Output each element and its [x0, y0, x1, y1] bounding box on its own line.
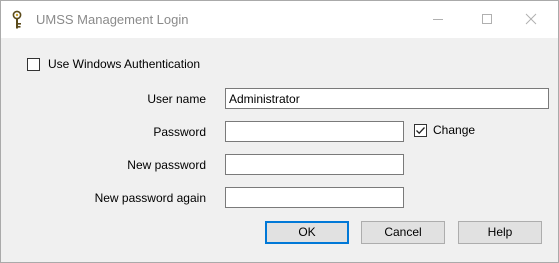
password-label: Password — [153, 125, 206, 139]
minimize-icon — [433, 19, 443, 20]
windows-auth-checkbox[interactable] — [27, 58, 40, 71]
new-password-again-field[interactable] — [225, 187, 404, 208]
minimize-button[interactable] — [415, 1, 461, 38]
change-label: Change — [433, 123, 476, 137]
new-password-field[interactable] — [225, 154, 404, 175]
username-field[interactable] — [225, 88, 549, 109]
window-title: UMSS Management Login — [36, 12, 189, 27]
help-button[interactable]: Help — [458, 221, 542, 244]
title-bar[interactable]: UMSS Management Login — [1, 1, 558, 38]
maximize-button[interactable] — [464, 1, 510, 38]
username-label: User name — [147, 92, 206, 106]
ok-button[interactable]: OK — [265, 221, 349, 244]
checkmark-icon — [416, 127, 425, 135]
windows-auth-label: Use Windows Authentication — [48, 57, 201, 71]
password-field[interactable] — [225, 121, 404, 142]
close-button[interactable] — [508, 1, 554, 38]
new-password-again-label: New password again — [94, 191, 206, 205]
maximize-icon — [482, 14, 492, 24]
change-checkbox[interactable] — [414, 124, 427, 137]
login-dialog: UMSS Management Login Use Windows Authen… — [0, 0, 559, 263]
new-password-label: New password — [127, 158, 206, 172]
key-icon — [11, 10, 25, 30]
close-icon — [525, 13, 537, 25]
cancel-button[interactable]: Cancel — [361, 221, 445, 244]
